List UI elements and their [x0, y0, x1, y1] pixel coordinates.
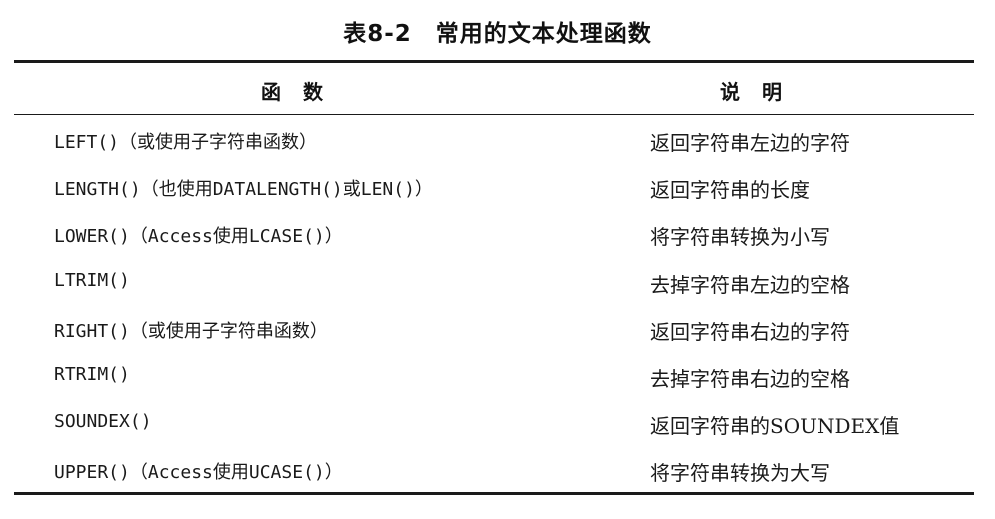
table-row: LOWER()（Access使用LCASE()） 将字符串转换为小写 — [14, 211, 974, 258]
table-caption: 表8-2 常用的文本处理函数 — [343, 21, 652, 47]
function-cell: SOUNDEX() — [54, 411, 152, 433]
table-row: LENGTH()（也使用DATALENGTH()或LEN()） 返回字符串的长度 — [14, 164, 974, 211]
table-row: SOUNDEX() 返回字符串的SOUNDEX值 — [14, 400, 974, 447]
column-header-function: 函数 — [261, 80, 345, 104]
description-cell: 返回字符串左边的字符 — [650, 131, 850, 155]
description-cell: 返回字符串右边的字符 — [650, 319, 850, 344]
function-cell: LOWER()（Access使用LCASE()） — [54, 226, 343, 248]
table-bottom-rule — [14, 492, 974, 495]
description-cell: 将字符串转换为小写 — [650, 225, 830, 250]
function-cell: LEFT()（或使用子字符串函数） — [54, 132, 318, 153]
header-divider-rule — [14, 114, 974, 115]
table-top-rule — [14, 60, 974, 63]
description-cell: 返回字符串的SOUNDEX值 — [650, 414, 900, 439]
function-cell: RIGHT()（或使用子字符串函数） — [54, 320, 328, 342]
function-cell: RTRIM() — [54, 363, 130, 385]
table-row: LTRIM() 去掉字符串左边的空格 — [14, 259, 974, 306]
function-cell: LENGTH()（也使用DATALENGTH()或LEN()） — [54, 179, 433, 201]
table-row: UPPER()（Access使用UCASE()） 将字符串转换为大写 — [14, 447, 974, 494]
description-cell: 将字符串转换为大写 — [650, 461, 830, 486]
function-cell: UPPER()（Access使用UCASE()） — [54, 462, 343, 484]
description-cell: 去掉字符串左边的空格 — [650, 272, 850, 297]
table-body: LEFT()（或使用子字符串函数） 返回字符串左边的字符 LENGTH()（也使… — [14, 117, 974, 495]
table-row: LEFT()（或使用子字符串函数） 返回字符串左边的字符 — [14, 117, 974, 164]
table-row: RIGHT()（或使用子字符串函数） 返回字符串右边的字符 — [14, 306, 974, 353]
column-header-description: 说明 — [720, 80, 804, 104]
description-cell: 去掉字符串右边的空格 — [650, 366, 850, 391]
table-row: RTRIM() 去掉字符串右边的空格 — [14, 353, 974, 400]
function-cell: LTRIM() — [54, 269, 130, 291]
description-cell: 返回字符串的长度 — [650, 178, 810, 203]
